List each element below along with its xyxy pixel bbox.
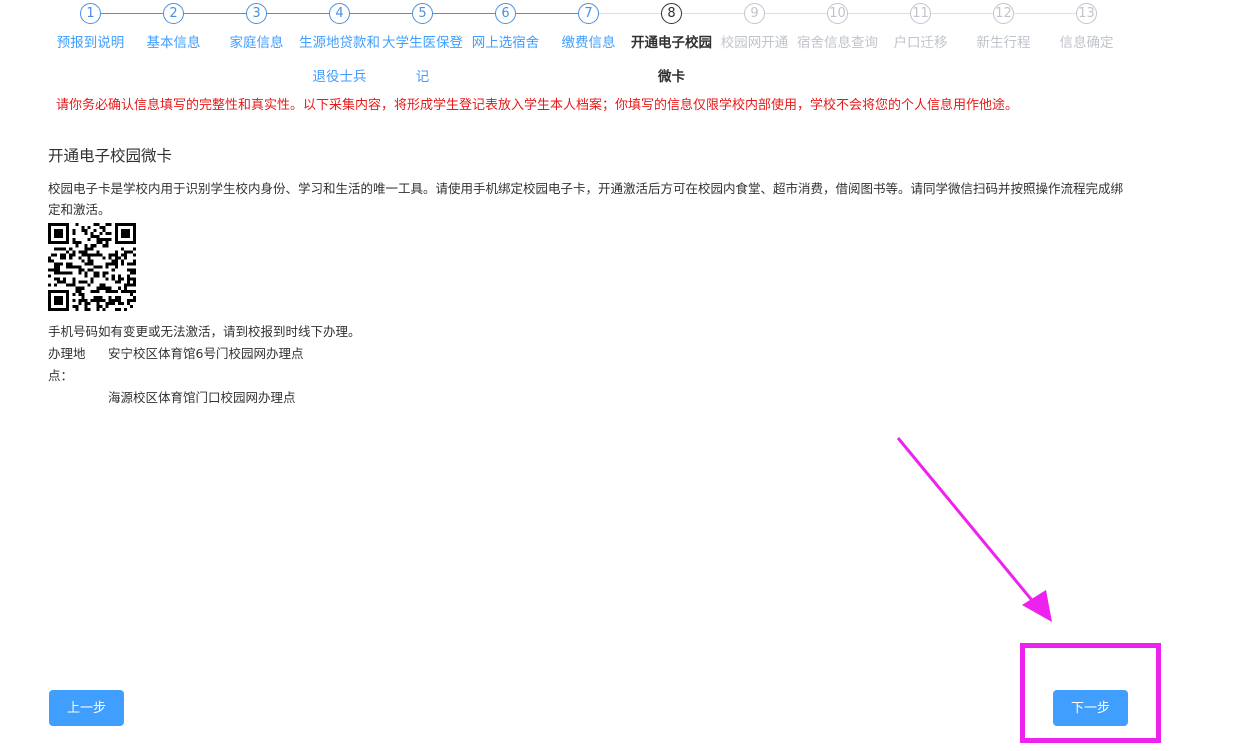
step-label: 缴费信息 xyxy=(561,35,616,51)
qr-code xyxy=(48,223,136,311)
prev-button[interactable]: 上一步 xyxy=(49,690,124,726)
step-number: 4 xyxy=(329,3,350,24)
location-1: 安宁校区体育馆6号门校园网办理点 xyxy=(108,346,304,361)
location-2: 海源校区体育馆门口校园网办理点 xyxy=(108,390,296,405)
step-1: 1 预报到说明 xyxy=(49,3,132,60)
step-number: 2 xyxy=(163,3,184,24)
step-7: 7 缴费信息 xyxy=(547,3,630,60)
step-number: 12 xyxy=(993,3,1014,24)
step-number: 6 xyxy=(495,3,516,24)
step-3: 3 家庭信息 xyxy=(215,3,298,60)
help-note: 手机号码如有变更或无法激活，请到校报到时线下办理。 xyxy=(48,324,361,339)
steps-bar: 1 预报到说明 2 基本信息 3 家庭信息 4 生源地贷款和 退役士兵 5 大学生医保登记 6 网上选宿… xyxy=(49,0,1129,90)
step-10: 10 宿舍信息查询 xyxy=(796,3,879,60)
step-number: 3 xyxy=(246,3,267,24)
location-row: 海源校区体育馆门口校园网办理点 xyxy=(48,387,1128,409)
step-8: 8 开通电子校园 微卡 xyxy=(630,3,713,94)
step-number: 11 xyxy=(910,3,931,24)
step-12: 12 新生行程 xyxy=(962,3,1045,60)
warning-text: 请你务必确认信息填写的完整性和真实性。以下采集内容，将形成学生登记表放入学生本人… xyxy=(56,98,1019,113)
step-number: 13 xyxy=(1076,3,1097,24)
step-6: 6 网上选宿舍 xyxy=(464,3,547,60)
step-label: 开通电子校园 微卡 xyxy=(631,35,712,85)
step-number: 1 xyxy=(80,3,101,24)
section-title: 开通电子校园微卡 xyxy=(48,147,173,165)
location-row: 办理地点： 安宁校区体育馆6号门校园网办理点 xyxy=(48,343,1128,387)
step-number: 8 xyxy=(661,3,682,24)
step-4: 4 生源地贷款和 退役士兵 xyxy=(298,3,381,94)
highlight-box xyxy=(1020,643,1161,743)
step-label: 户口迁移 xyxy=(893,35,948,51)
location-label: 办理地点： xyxy=(48,346,86,383)
step-label: 大学生医保登记 xyxy=(382,35,463,85)
step-number: 10 xyxy=(827,3,848,24)
step-2: 2 基本信息 xyxy=(132,3,215,60)
step-number: 7 xyxy=(578,3,599,24)
step-label: 生源地贷款和 退役士兵 xyxy=(299,35,380,85)
step-label: 校园网开通 xyxy=(720,35,789,51)
main-content: 开通电子校园微卡 校园电子卡是学校内用于识别学生校内身份、学习和生活的唯一工具。… xyxy=(48,144,1128,409)
step-9: 9 校园网开通 xyxy=(713,3,796,60)
step-label: 宿舍信息查询 xyxy=(797,35,878,51)
section-description: 校园电子卡是学校内用于识别学生校内身份、学习和生活的唯一工具。请使用手机绑定校园… xyxy=(48,181,1124,217)
step-label: 预报到说明 xyxy=(56,35,125,51)
step-number: 9 xyxy=(744,3,765,24)
step-label: 新生行程 xyxy=(976,35,1031,51)
step-11: 11 户口迁移 xyxy=(879,3,962,60)
step-13: 13 信息确定 xyxy=(1045,3,1128,60)
step-5: 5 大学生医保登记 xyxy=(381,3,464,94)
step-label: 网上选宿舍 xyxy=(471,35,540,51)
step-label: 家庭信息 xyxy=(229,35,284,51)
step-label: 信息确定 xyxy=(1059,35,1114,51)
step-number: 5 xyxy=(412,3,433,24)
step-label: 基本信息 xyxy=(146,35,201,51)
